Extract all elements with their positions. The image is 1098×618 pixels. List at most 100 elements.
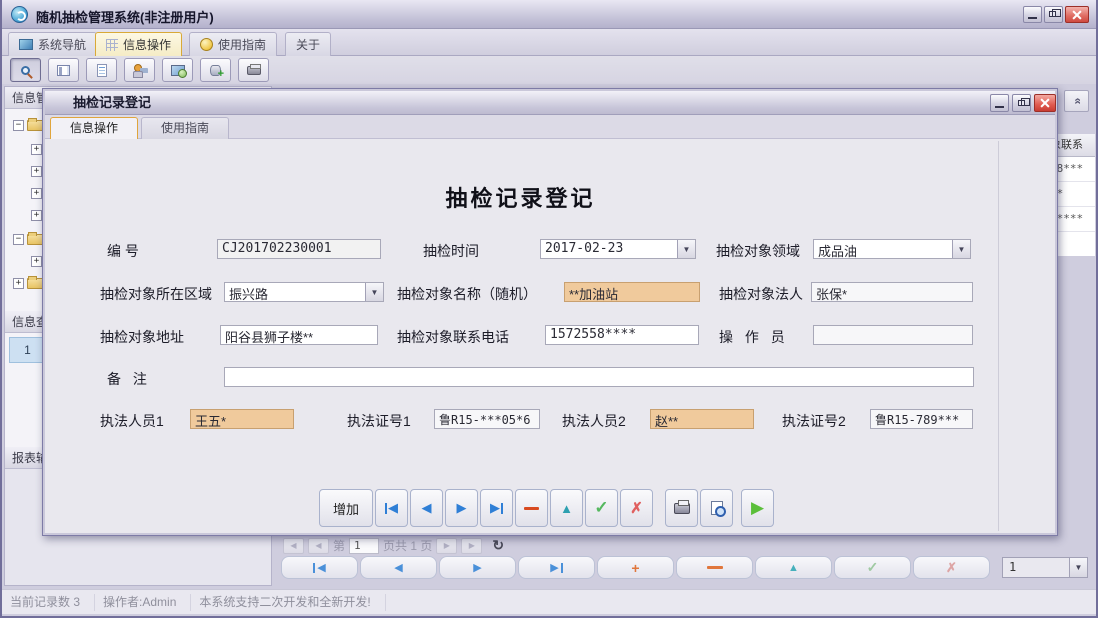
domain-combobox[interactable]: 成品油 ▼	[813, 239, 971, 259]
dialog-titlebar[interactable]: 抽检记录登记	[45, 91, 1055, 115]
restore-button[interactable]	[1044, 6, 1063, 23]
chevron-down-icon[interactable]: ▼	[677, 240, 695, 258]
document-icon	[97, 64, 107, 77]
cert2-field[interactable]: 鲁R15-789***	[870, 409, 973, 429]
window-title: 随机抽检管理系统(非注册用户)	[36, 7, 214, 26]
address-field[interactable]: 阳谷县狮子楼**	[220, 325, 378, 345]
user-button[interactable]	[124, 58, 155, 82]
nav-next-button[interactable]: ▶	[439, 556, 516, 579]
tree-node[interactable]	[31, 207, 42, 223]
nav-edit-button[interactable]: ▲	[755, 556, 832, 579]
cancel-record-button[interactable]: ✗	[620, 489, 653, 527]
chevron-down-icon[interactable]: ▼	[1069, 558, 1087, 577]
tree-node[interactable]	[13, 275, 43, 291]
nav-prev-button[interactable]: ◀	[360, 556, 437, 579]
nav-last-button[interactable]: ▶	[518, 556, 595, 579]
query-item[interactable]: 1	[9, 337, 46, 363]
print-button[interactable]	[665, 489, 698, 527]
first-record-button[interactable]: ◀	[375, 489, 408, 527]
add-button[interactable]: 增加	[319, 489, 373, 527]
details-button[interactable]	[48, 58, 79, 82]
printer-button[interactable]	[238, 58, 269, 82]
run-button[interactable]: ▶	[741, 489, 774, 527]
tree-node[interactable]	[31, 163, 42, 179]
panel-collapse-button[interactable]: »	[1064, 90, 1089, 112]
dialog-tab-info-operation[interactable]: 信息操作	[50, 117, 138, 139]
code-field[interactable]: CJ201702230001	[217, 239, 381, 259]
cert1-field[interactable]: 鲁R15-***05*6	[434, 409, 540, 429]
page-suffix: 页共 1 页	[383, 537, 432, 554]
nav-delete-button[interactable]	[676, 556, 753, 579]
cert1-label: 执法证号1	[347, 411, 411, 431]
phone-field[interactable]: 1572558****	[545, 325, 699, 345]
officer1-field[interactable]: 王五*	[190, 409, 294, 429]
tab-user-guide[interactable]: 使用指南	[189, 32, 277, 56]
refresh-icon[interactable]: ↻	[492, 537, 504, 554]
status-record-count: 当前记录数 3	[2, 594, 95, 611]
tab-info-operation[interactable]: 信息操作	[95, 32, 182, 56]
tree-node[interactable]	[13, 231, 43, 247]
expand-node-icon[interactable]	[31, 256, 42, 267]
tree-node[interactable]	[31, 185, 42, 201]
user-icon	[133, 64, 146, 77]
tab-about[interactable]: 关于	[285, 32, 331, 56]
post-record-button[interactable]: ✓	[585, 489, 618, 527]
pagination-bar: ◀ ◀ 第 1 页共 1 页 ▶ ▶ ↻	[283, 537, 504, 554]
dialog-tabbar: 信息操作 使用指南	[45, 115, 1055, 139]
close-icon	[1072, 10, 1081, 19]
officer2-field[interactable]: 赵**	[650, 409, 754, 429]
operator-field[interactable]	[813, 325, 973, 345]
page-first-button[interactable]: ◀	[283, 538, 304, 554]
page-number-input[interactable]: 1	[349, 538, 379, 554]
next-record-button[interactable]: ▶	[445, 489, 478, 527]
document-button[interactable]	[86, 58, 117, 82]
collapse-node-icon[interactable]	[13, 120, 24, 131]
combo-value: 2017-02-23	[541, 240, 677, 258]
page-prev-button[interactable]: ◀	[308, 538, 329, 554]
officer1-label: 执法人员1	[100, 411, 164, 431]
tab-system-navigation[interactable]: 系统导航	[8, 32, 97, 56]
last-record-button[interactable]: ▶	[480, 489, 513, 527]
page-last-button[interactable]: ▶	[461, 538, 482, 554]
tree-node[interactable]	[13, 117, 43, 133]
chevron-down-icon[interactable]: ▼	[952, 240, 970, 258]
tree-node[interactable]	[31, 141, 42, 157]
prev-record-button[interactable]: ◀	[410, 489, 443, 527]
expand-node-icon[interactable]	[31, 188, 42, 199]
status-bar: 当前记录数 3 操作者:Admin 本系统支持二次开发和全新开发!	[2, 589, 1096, 614]
expand-node-icon[interactable]	[31, 144, 42, 155]
first-page-icon: ◀	[290, 541, 296, 550]
region-combobox[interactable]: 振兴路 ▼	[224, 282, 384, 302]
record-count-combobox[interactable]: 1 ▼	[1002, 557, 1088, 578]
close-button[interactable]	[1065, 6, 1089, 23]
expand-node-icon[interactable]	[31, 166, 42, 177]
expand-node-icon[interactable]	[31, 210, 42, 221]
last-icon: ▶	[490, 500, 500, 516]
minimize-button[interactable]	[1023, 6, 1042, 23]
nav-cancel-button[interactable]: ✗	[913, 556, 990, 579]
search-button[interactable]	[10, 58, 41, 82]
time-combobox[interactable]: 2017-02-23 ▼	[540, 239, 696, 259]
legal-person-field[interactable]: 张保*	[811, 282, 973, 302]
main-tabbar: 系统导航 信息操作 使用指南 关于	[2, 29, 1096, 56]
page-next-button[interactable]: ▶	[436, 538, 457, 554]
dialog-close-button[interactable]	[1034, 94, 1056, 112]
chevron-down-icon[interactable]: ▼	[365, 283, 383, 301]
database-add-button[interactable]	[200, 58, 231, 82]
delete-record-button[interactable]	[515, 489, 548, 527]
remark-field[interactable]	[224, 367, 974, 387]
expand-node-icon[interactable]	[13, 278, 24, 289]
nav-post-button[interactable]: ✓	[834, 556, 911, 579]
nav-insert-button[interactable]: +	[597, 556, 674, 579]
dialog-minimize-button[interactable]	[990, 94, 1009, 112]
tree-node[interactable]	[31, 253, 42, 269]
collapse-node-icon[interactable]	[13, 234, 24, 245]
dialog-maximize-button[interactable]	[1012, 94, 1031, 112]
target-name-field[interactable]: **加油站	[564, 282, 700, 302]
preview-button[interactable]	[700, 489, 733, 527]
nav-first-button[interactable]: ◀	[281, 556, 358, 579]
record-navigator: ◀ ◀ ▶ ▶ + ▲ ✓ ✗	[281, 556, 990, 579]
edit-record-button[interactable]: ▲	[550, 489, 583, 527]
dialog-tab-user-guide[interactable]: 使用指南	[141, 117, 229, 139]
monitor-button[interactable]	[162, 58, 193, 82]
